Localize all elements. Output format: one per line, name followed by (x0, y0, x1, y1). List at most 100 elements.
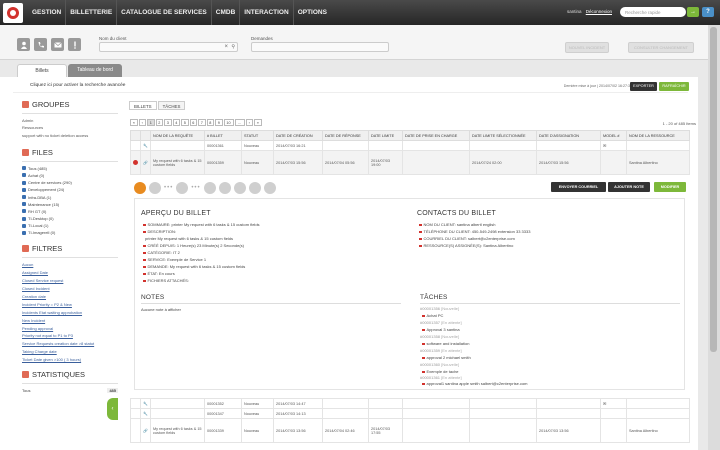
task-id[interactable]: #00001359 [En attente] (420, 348, 462, 353)
checkbox-icon[interactable] (22, 166, 26, 171)
tab-billets[interactable]: Billets (17, 64, 67, 77)
new-incident-button[interactable]: NOUVEL INCIDENT (565, 42, 609, 53)
file-checkbox[interactable]: RH GT (0) (22, 209, 118, 214)
tab-dashboard[interactable]: Tableau de bord (68, 64, 122, 77)
step-circle[interactable] (248, 182, 261, 194)
filter-link[interactable]: Ticket Date given >100 ( 3 hours) (22, 357, 118, 362)
mail-icon[interactable]: ✉ (600, 140, 627, 151)
col-header[interactable]: NOM DE LA REQUÊTE (150, 130, 205, 141)
checkbox-icon[interactable] (22, 187, 26, 192)
task-id-text[interactable]: #00001358 (420, 334, 440, 339)
group-item[interactable]: Admin (22, 118, 118, 123)
page-number[interactable]: 9 (215, 119, 223, 126)
filter-link[interactable]: New Incident (22, 318, 118, 323)
step-circle[interactable] (176, 182, 189, 194)
search-go-button[interactable]: → (687, 7, 699, 17)
mail-icon[interactable]: ✉ (600, 398, 627, 409)
checkbox-icon[interactable] (22, 173, 26, 178)
table-row[interactable]: 🔧 00001347 Nouveau 2014/07/03 14:13 (130, 408, 690, 419)
help-button[interactable]: ? (702, 7, 714, 17)
filter-link[interactable]: Incident Priority = P2 & New (22, 302, 118, 307)
file-checkbox[interactable]: Maintenance (15) (22, 202, 118, 207)
step-circle[interactable] (218, 182, 231, 194)
file-checkbox[interactable]: TI-Desktop (0) (22, 216, 118, 221)
col-header[interactable]: MODEL # (600, 130, 627, 141)
file-checkbox[interactable]: Infra-DBA (1) (22, 195, 118, 200)
collapse-sidebar-handle[interactable]: ‹ (107, 398, 118, 420)
page-number[interactable]: 3 (164, 119, 172, 126)
filter-link[interactable]: Service Requests creation date >8 statut (22, 341, 118, 346)
col-header[interactable]: DATE D'ASSIGNATION (536, 130, 601, 141)
add-note-button[interactable]: AJOUTER NOTE (608, 182, 650, 192)
page-more[interactable]: ... (234, 119, 245, 126)
filter-link[interactable]: Closed Service request (22, 278, 118, 283)
col-header[interactable]: # BILLET (204, 130, 242, 141)
task-id-text[interactable]: #00001357 (420, 320, 440, 325)
file-checkbox[interactable]: Achat (0) (22, 173, 118, 178)
page-number[interactable]: 1 (147, 119, 155, 126)
task-id[interactable]: #00001356 [Nouvelle] (420, 306, 459, 311)
page-number[interactable]: 2 (155, 119, 163, 126)
nav-options[interactable]: OPTIONS (294, 0, 331, 25)
table-row-selected[interactable]: 🔗 My request with 6 tasks & 15 custom fi… (130, 150, 690, 175)
logout-link[interactable]: Déconnexion (586, 9, 612, 14)
step-circle[interactable] (203, 182, 216, 194)
email-icon-button[interactable] (51, 38, 64, 51)
export-button[interactable]: EXPORTER (630, 82, 657, 91)
file-checkbox[interactable]: TI-Imagerell (0) (22, 230, 118, 235)
filter-link[interactable]: Priority not equal to P1 to P3 (22, 333, 118, 338)
checkbox-icon[interactable] (22, 230, 26, 235)
checkbox-icon[interactable] (22, 195, 26, 200)
subtab-billets[interactable]: BILLETS (129, 101, 157, 110)
page-number[interactable]: 7 (198, 119, 206, 126)
subtab-taches[interactable]: TÂCHES (157, 101, 186, 110)
search-icon[interactable]: ⚲ (231, 44, 235, 50)
filter-link[interactable]: Taking Charge date (22, 349, 118, 354)
nav-gestion[interactable]: GESTION (28, 0, 67, 25)
table-row[interactable]: 🔧 00001361 Nouveau 2014/07/03 16:21 ✉ (130, 140, 690, 151)
filter-link[interactable]: Incidents Etat waiting approbation (22, 310, 118, 315)
file-checkbox[interactable]: Centre de services (290) (22, 180, 118, 185)
checkbox-icon[interactable] (22, 216, 26, 221)
page-number[interactable]: 6 (189, 119, 197, 126)
page-prev[interactable]: ‹ (138, 119, 146, 126)
link-icon[interactable]: 🔗 (140, 418, 151, 443)
page-number[interactable]: 8 (206, 119, 214, 126)
checkbox-icon[interactable] (22, 223, 26, 228)
file-checkbox[interactable]: Tous (485) (22, 166, 118, 171)
col-header[interactable]: DATE DE RÉPONSE (322, 130, 369, 141)
filter-link[interactable]: Aucun (22, 262, 118, 267)
app-logo[interactable] (3, 2, 23, 23)
step-circle[interactable] (149, 182, 161, 194)
wrench-icon[interactable]: 🔧 (140, 408, 151, 419)
table-row[interactable]: 🔗 My request with 6 tasks & 15 custom fi… (130, 418, 690, 443)
page-number[interactable]: 4 (172, 119, 180, 126)
scrollbar-thumb[interactable] (710, 27, 717, 352)
page-number[interactable]: 10 (223, 119, 234, 126)
quick-search-input[interactable]: Recherche rapide (620, 7, 686, 17)
col-header[interactable]: STATUT (241, 130, 274, 141)
col-header[interactable]: DATE DE PRISE EN CHARGE (402, 130, 470, 141)
advanced-search-link[interactable]: Cliquez ici pour activer la recherche av… (30, 83, 125, 88)
nav-catalogue[interactable]: CATALOGUE DE SERVICES (117, 0, 212, 25)
step-circle[interactable] (134, 182, 146, 194)
task-id[interactable]: #00001358 [Nouvelle] (420, 334, 459, 339)
wrench-icon[interactable]: 🔧 (140, 398, 151, 409)
file-checkbox[interactable]: TI-Local (1) (22, 223, 118, 228)
page-first[interactable]: « (130, 119, 138, 126)
checkbox-icon[interactable] (22, 180, 26, 185)
nav-interaction[interactable]: INTERACTION (240, 0, 294, 25)
file-checkbox[interactable]: Developpement (24) (22, 187, 118, 192)
filter-link[interactable]: Creation date (22, 294, 118, 299)
nav-cmdb[interactable]: CMDB (212, 0, 241, 25)
task-id-text[interactable]: #00001356 (420, 306, 440, 311)
alert-icon-button[interactable] (68, 38, 81, 51)
page-scrollbar[interactable] (708, 25, 720, 450)
filter-link[interactable]: Assigned Date (22, 270, 118, 275)
clear-icon[interactable]: × (224, 44, 228, 50)
step-circle[interactable] (233, 182, 246, 194)
checkbox-icon[interactable] (22, 209, 26, 214)
task-id[interactable]: #00001357 [En attente] (420, 320, 462, 325)
refresh-button[interactable]: RAFRAÎCHIR (659, 82, 689, 91)
filter-link[interactable]: Pending approval (22, 326, 118, 331)
